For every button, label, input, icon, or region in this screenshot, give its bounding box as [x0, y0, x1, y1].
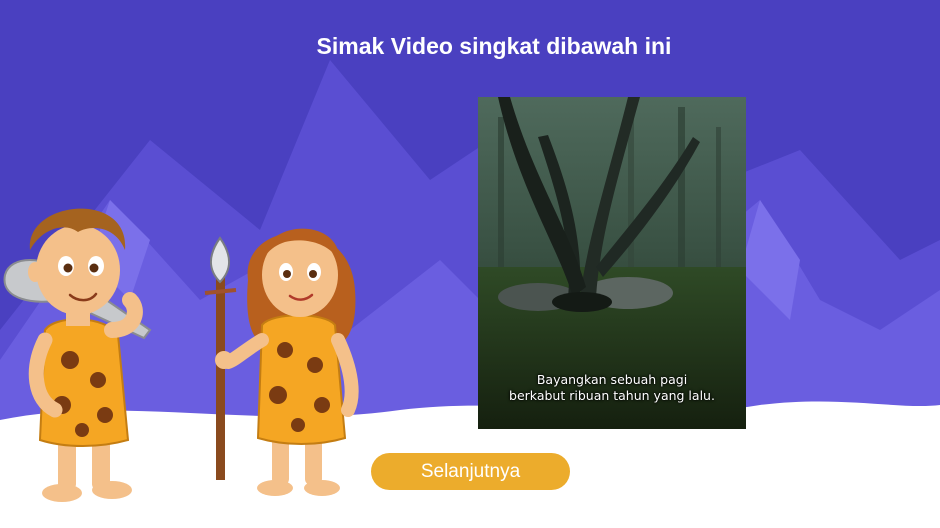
- page-title: Simak Video singkat dibawah ini: [316, 33, 672, 59]
- video-player[interactable]: Bayangkan sebuah pagi berkabut ribuan ta…: [478, 97, 746, 429]
- next-button[interactable]: Selanjutnya: [371, 453, 570, 490]
- video-subtitle-line2: berkabut ribuan tahun yang lalu.: [509, 388, 715, 403]
- background-scene: [0, 0, 940, 528]
- video-subtitle-line1: Bayangkan sebuah pagi: [536, 372, 688, 387]
